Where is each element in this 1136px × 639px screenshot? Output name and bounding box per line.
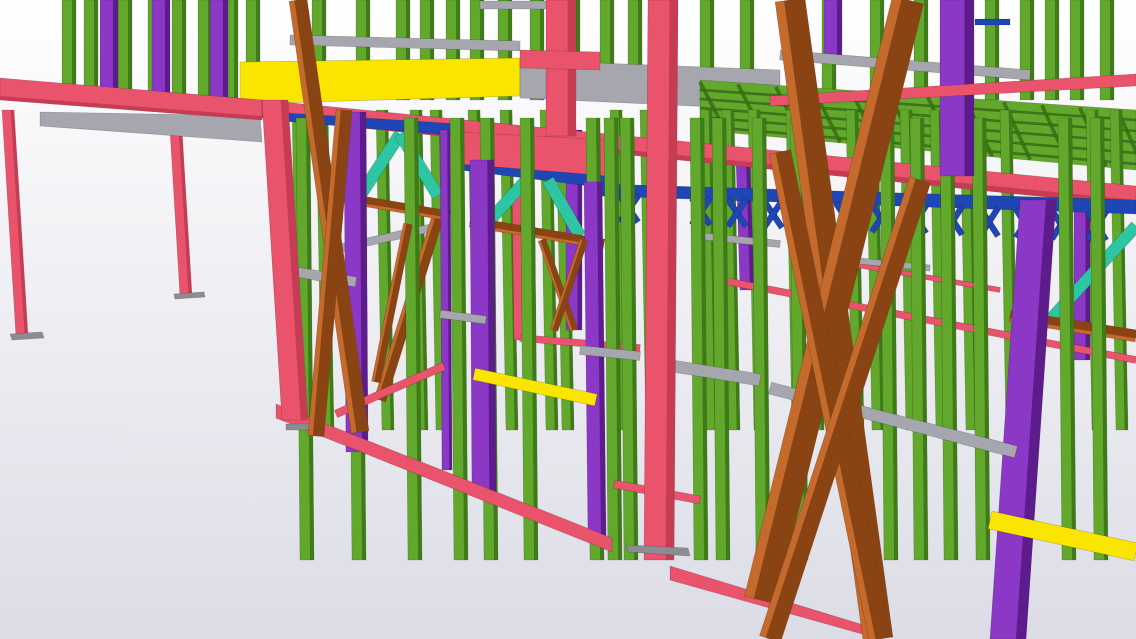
upper-stud-23-flange (924, 0, 928, 100)
steel-frame-render (0, 0, 1136, 639)
upper-purple-column-a-flange (112, 0, 118, 92)
steel-frame-model-view (0, 0, 1136, 639)
upper-stud-4-flange (182, 0, 186, 100)
upper-purple-column-d-flange (836, 0, 842, 60)
upper-stud-2-flange (128, 0, 132, 100)
upper-purple-column-b-flange (164, 0, 170, 96)
upper-stud-1-flange (94, 0, 98, 100)
upper-stud-6-flange (234, 0, 238, 100)
front-red-column-cap (519, 49, 601, 71)
upper-blue-plate (974, 18, 1011, 26)
upper-purple-column-c-flange (222, 0, 228, 100)
upper-yellow-deck (239, 57, 521, 105)
